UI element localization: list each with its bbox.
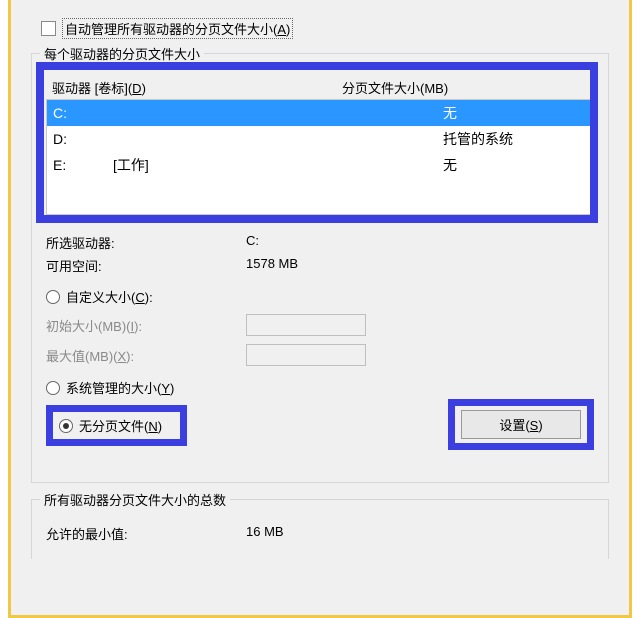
system-managed-close: ) [170, 381, 174, 396]
set-button-close: ) [538, 418, 542, 433]
drive-size: 无 [443, 154, 587, 176]
min-allowed-value: 16 MB [246, 524, 594, 543]
system-managed-hotkey: Y [161, 381, 170, 396]
drive-volume: [工作] [113, 154, 443, 176]
drive-letter: E: [53, 154, 113, 176]
highlight-rect-setbutton: 设置(S) [448, 399, 594, 450]
drive-letter: D: [53, 128, 113, 150]
system-managed-radio[interactable] [46, 381, 60, 395]
no-paging-hotkey: N [148, 419, 157, 434]
auto-manage-close: ) [286, 22, 290, 37]
highlight-rect-nopaging: 无分页文件(N) [46, 405, 187, 446]
max-size-close: ): [126, 349, 134, 364]
drive-size: 托管的系统 [443, 128, 587, 150]
drive-size: 无 [443, 102, 587, 124]
max-size-hotkey: X [118, 349, 127, 364]
virtual-memory-panel: 自动管理所有驱动器的分页文件大小(A) 每个驱动器的分页文件大小 驱动器 [卷标… [8, 0, 632, 618]
custom-size-close: ): [145, 290, 153, 305]
free-space-value: 1578 MB [246, 256, 594, 275]
drive-letter: C: [53, 102, 113, 124]
system-managed-row[interactable]: 系统管理的大小(Y) [46, 378, 594, 397]
set-button[interactable]: 设置(S) [461, 410, 581, 439]
custom-size-row[interactable]: 自定义大小(C): [46, 287, 594, 306]
custom-size-label: 自定义大小(C): [66, 287, 153, 306]
free-space-row: 可用空间: 1578 MB [46, 256, 594, 275]
max-size-text: 最大值(MB)( [46, 349, 118, 364]
drive-list[interactable]: C: 无 D: 托管的系统 E: [工作] 无 [46, 99, 594, 215]
initial-size-row: 初始大小(MB)(I): [46, 314, 594, 336]
selected-drive-value: C: [246, 233, 594, 252]
drive-row-c[interactable]: C: 无 [47, 100, 593, 126]
drive-volume [113, 128, 443, 150]
auto-manage-text: 自动管理所有驱动器的分页文件大小( [65, 22, 277, 37]
drive-volume [113, 102, 443, 124]
system-managed-text: 系统管理的大小( [66, 381, 161, 396]
drive-row-e[interactable]: E: [工作] 无 [47, 152, 593, 178]
per-drive-caption: 每个驱动器的分页文件大小 [40, 44, 204, 63]
min-allowed-row: 允许的最小值: 16 MB [46, 524, 594, 543]
auto-manage-hotkey: A [277, 22, 286, 37]
initial-size-label: 初始大小(MB)(I): [46, 316, 246, 335]
custom-size-hotkey: C [135, 290, 144, 305]
custom-size-text: 自定义大小( [66, 290, 135, 305]
auto-manage-label: 自动管理所有驱动器的分页文件大小(A) [62, 18, 293, 39]
no-paging-label: 无分页文件(N) [79, 416, 162, 435]
max-size-label: 最大值(MB)(X): [46, 346, 246, 365]
selected-drive-row: 所选驱动器: C: [46, 233, 594, 252]
selected-drive-label: 所选驱动器: [46, 233, 246, 252]
size-col-label: 分页文件大小(MB) [342, 78, 588, 97]
initial-size-input[interactable] [246, 314, 366, 336]
drive-col-text: 驱动器 [卷标]( [52, 81, 132, 96]
totals-group: 所有驱动器分页文件大小的总数 允许的最小值: 16 MB [31, 499, 609, 559]
no-paging-close: ) [158, 419, 162, 434]
no-paging-radio[interactable] [59, 419, 73, 433]
drive-row-d[interactable]: D: 托管的系统 [47, 126, 593, 152]
drive-col-close: ) [142, 81, 146, 96]
drive-list-wrap: 驱动器 [卷标](D) 分页文件大小(MB) C: 无 D: 托管的系统 E: … [46, 76, 594, 215]
auto-manage-checkbox[interactable] [41, 21, 56, 36]
no-paging-text: 无分页文件( [79, 419, 148, 434]
drive-header: 驱动器 [卷标](D) 分页文件大小(MB) [46, 76, 594, 99]
custom-size-radio[interactable] [46, 290, 60, 304]
free-space-label: 可用空间: [46, 256, 246, 275]
max-size-input[interactable] [246, 344, 366, 366]
set-button-text: 设置( [499, 418, 529, 433]
drive-col-label: 驱动器 [卷标](D) [52, 78, 342, 97]
per-drive-group: 每个驱动器的分页文件大小 驱动器 [卷标](D) 分页文件大小(MB) C: 无… [31, 53, 609, 483]
drive-col-hotkey: D [132, 81, 141, 96]
system-managed-label: 系统管理的大小(Y) [66, 378, 174, 397]
min-allowed-label: 允许的最小值: [46, 524, 246, 543]
initial-size-text: 初始大小(MB)( [46, 319, 131, 334]
auto-manage-row: 自动管理所有驱动器的分页文件大小(A) [41, 18, 609, 39]
no-paging-row: 无分页文件(N) 设置(S) [46, 405, 594, 446]
max-size-row: 最大值(MB)(X): [46, 344, 594, 366]
totals-caption: 所有驱动器分页文件大小的总数 [40, 490, 230, 509]
initial-size-close: ): [134, 319, 142, 334]
